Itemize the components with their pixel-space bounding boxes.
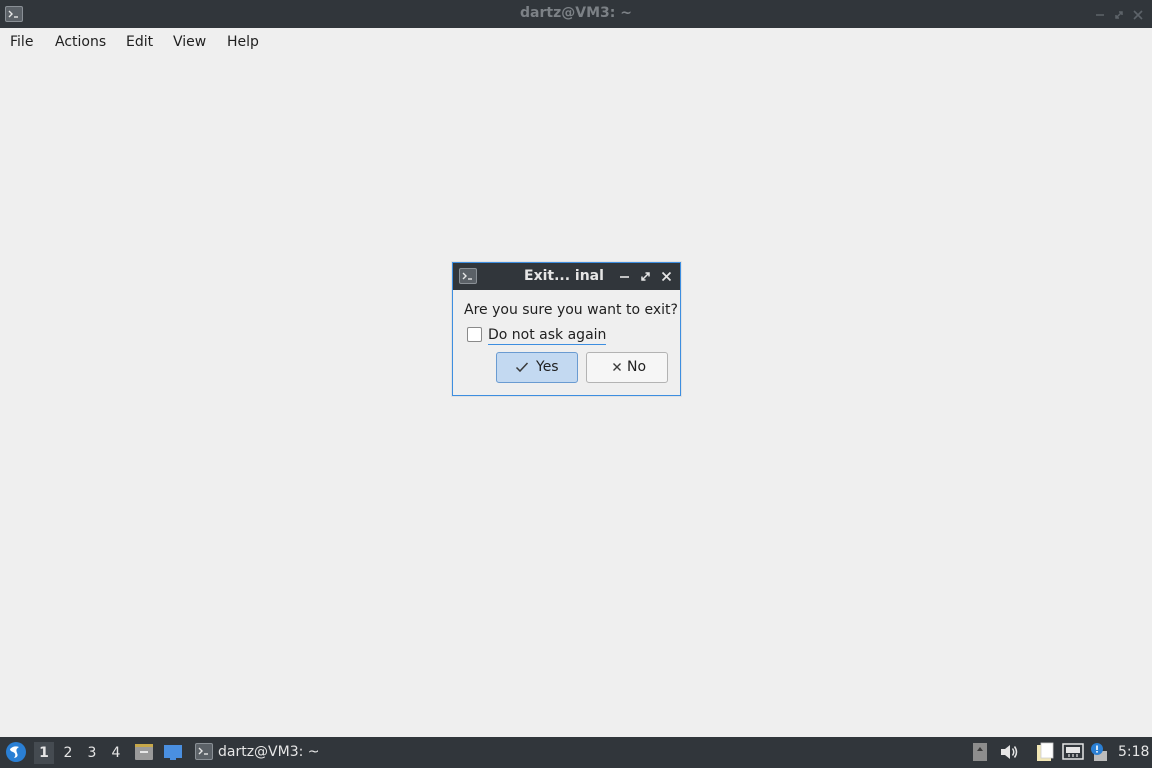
- no-label: No: [627, 359, 647, 375]
- storage-icon[interactable]: [970, 742, 990, 762]
- yes-button[interactable]: Yes: [496, 352, 578, 383]
- menu-actions[interactable]: Actions: [55, 34, 106, 50]
- dialog-titlebar[interactable]: Exit... inal: [453, 263, 680, 290]
- minimize-icon[interactable]: [1093, 8, 1107, 22]
- cancel-icon: [610, 360, 624, 374]
- terminal-icon: [195, 743, 213, 760]
- desktop-1[interactable]: 1: [34, 742, 54, 764]
- do-not-ask-label[interactable]: Do not ask again: [488, 327, 607, 345]
- file-manager-icon[interactable]: [134, 742, 154, 762]
- dialog-minimize-icon[interactable]: [618, 270, 631, 283]
- menubar: File Actions Edit View Help: [0, 28, 1152, 58]
- dialog-close-icon[interactable]: [660, 270, 673, 283]
- lxqt-start-icon[interactable]: [5, 741, 27, 763]
- clipboard-icon[interactable]: [1035, 742, 1055, 762]
- show-desktop-icon[interactable]: [163, 742, 183, 762]
- update-notifier-icon[interactable]: [1089, 742, 1109, 762]
- desktop-4[interactable]: 4: [106, 742, 126, 764]
- clock[interactable]: 5:18: [1118, 744, 1149, 760]
- taskbar-task-terminal[interactable]: dartz@VM3: ~: [193, 741, 383, 765]
- menu-file[interactable]: File: [10, 34, 33, 50]
- dialog-maximize-icon[interactable]: [639, 270, 652, 283]
- yes-label: Yes: [536, 359, 559, 375]
- do-not-ask-checkbox[interactable]: [467, 327, 482, 342]
- desktop-2[interactable]: 2: [58, 742, 78, 764]
- no-button[interactable]: No: [586, 352, 668, 383]
- volume-icon[interactable]: [999, 742, 1019, 762]
- close-icon[interactable]: [1131, 8, 1145, 22]
- dialog-title: Exit... inal: [524, 268, 604, 284]
- desktop-3[interactable]: 3: [82, 742, 102, 764]
- task-label: dartz@VM3: ~: [218, 744, 320, 760]
- menu-view[interactable]: View: [173, 34, 206, 50]
- terminal-icon: [459, 268, 477, 284]
- dialog-question: Are you sure you want to exit?: [464, 302, 678, 318]
- taskbar: 1 2 3 4 dartz@VM3: ~ 5:18: [0, 737, 1152, 768]
- menu-edit[interactable]: Edit: [126, 34, 153, 50]
- network-icon[interactable]: [1062, 742, 1084, 762]
- exit-dialog: Exit... inal Are you sure you want to ex…: [452, 262, 681, 396]
- maximize-icon[interactable]: [1112, 8, 1126, 22]
- check-icon: [515, 360, 529, 374]
- window-titlebar[interactable]: dartz@VM3: ~: [0, 0, 1152, 28]
- window-title: dartz@VM3: ~: [520, 5, 632, 21]
- menu-help[interactable]: Help: [227, 34, 259, 50]
